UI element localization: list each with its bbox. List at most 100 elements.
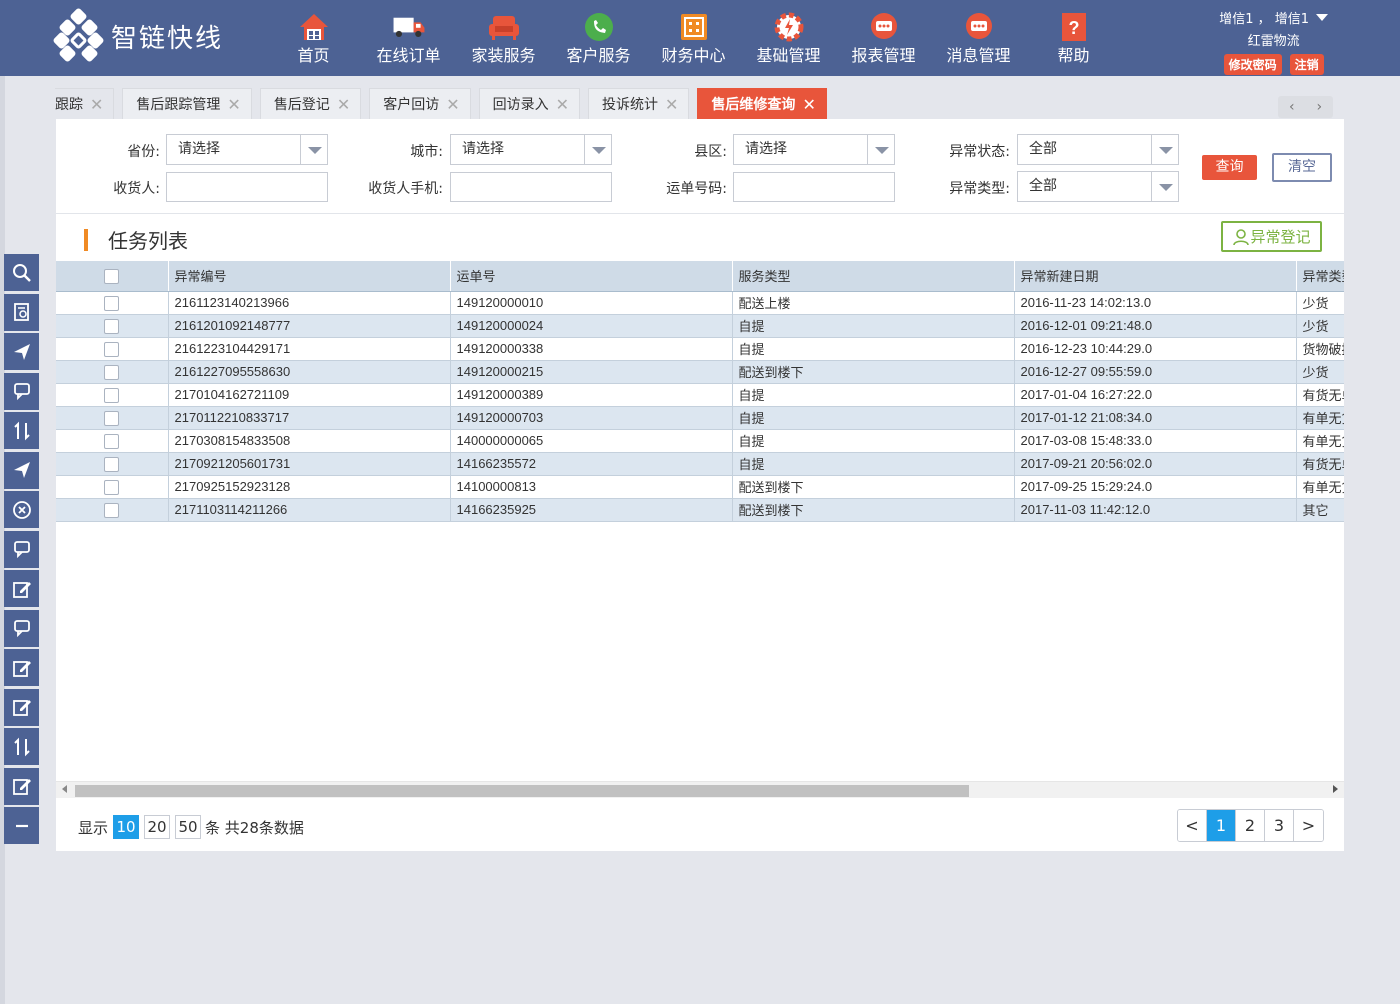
page-button[interactable]: 2 — [1236, 810, 1265, 841]
row-checkbox[interactable] — [56, 360, 169, 384]
tab-tracking[interactable]: 跟踪 ✕ — [55, 88, 115, 119]
tab-after-sales-register[interactable]: 售后登记 ✕ — [259, 88, 362, 119]
tab-after-sales-tracking[interactable]: 售后跟踪管理 ✕ — [122, 88, 252, 119]
side-swap-button-2[interactable] — [4, 728, 39, 765]
row-checkbox[interactable] — [56, 498, 169, 522]
page-size-option[interactable]: 20 — [144, 815, 171, 839]
side-chat-button-3[interactable] — [4, 609, 39, 647]
side-edit-button-3[interactable] — [4, 688, 39, 726]
province-select[interactable]: 请选择 — [166, 134, 328, 165]
chevron-left-icon[interactable]: ‹ — [1289, 99, 1295, 115]
page-button[interactable]: 3 — [1265, 810, 1294, 841]
nav-help[interactable]: ? 帮助 — [1026, 0, 1121, 76]
change-password-button[interactable]: 修改密码 — [1223, 54, 1282, 75]
phone-input[interactable] — [450, 172, 612, 202]
nav-home[interactable]: 首页 — [266, 0, 361, 76]
page-button[interactable]: 1 — [1207, 810, 1236, 841]
row-checkbox[interactable] — [56, 337, 169, 361]
page-size-option[interactable]: 10 — [113, 815, 140, 839]
scroll-right-icon[interactable] — [1333, 785, 1338, 793]
column-header[interactable]: 服务类型 — [732, 261, 1015, 292]
column-header[interactable]: 运单号 — [450, 261, 733, 292]
table-row[interactable]: 2170104162721109 149120000389 自提 2017-01… — [56, 383, 1344, 407]
table-row[interactable]: 2170308154833508 140000000065 自提 2017-03… — [56, 429, 1344, 453]
side-cancel-button[interactable] — [4, 491, 39, 528]
horizontal-scrollbar[interactable] — [56, 781, 1344, 798]
next-page-button[interactable]: > — [1294, 810, 1323, 841]
nav-finance[interactable]: 财务中心 — [646, 0, 741, 76]
consignee-input[interactable] — [166, 172, 328, 202]
city-select[interactable]: 请选择 — [450, 134, 612, 165]
table-row[interactable]: 2170925152923128 14100000813 配送到楼下 2017-… — [56, 475, 1344, 499]
side-document-button[interactable] — [4, 293, 39, 331]
side-edit-button-2[interactable] — [4, 649, 39, 686]
close-icon[interactable]: ✕ — [665, 95, 678, 114]
side-edit-button[interactable] — [4, 570, 39, 607]
page-size-option[interactable]: 50 — [175, 815, 202, 839]
nav-online-orders[interactable]: 在线订单 — [361, 0, 456, 76]
nav-reports[interactable]: 报表管理 — [836, 0, 931, 76]
chevron-down-icon[interactable] — [1151, 135, 1178, 164]
side-chat-button-2[interactable] — [4, 530, 39, 568]
county-select[interactable]: 请选择 — [733, 134, 895, 165]
side-send-button[interactable] — [4, 333, 39, 370]
row-checkbox[interactable] — [56, 383, 169, 407]
status-select[interactable]: 全部 — [1017, 134, 1179, 165]
select-all-checkbox[interactable] — [56, 261, 169, 292]
table-row[interactable]: 2161123140213966 149120000010 配送上楼 2016-… — [56, 291, 1344, 315]
column-header[interactable]: 异常类型 — [1296, 261, 1344, 292]
side-search-button[interactable] — [4, 254, 39, 291]
side-edit-button-4[interactable] — [4, 767, 39, 805]
table-row[interactable]: 2170921205601731 14166235572 自提 2017-09-… — [56, 452, 1344, 476]
column-header[interactable]: 异常新建日期 — [1014, 261, 1297, 292]
close-icon[interactable]: ✕ — [556, 95, 569, 114]
close-icon[interactable]: ✕ — [90, 95, 103, 114]
nav-basic-management-label: 基础管理 — [756, 46, 821, 65]
close-icon[interactable]: ✕ — [446, 95, 459, 114]
chevron-down-icon[interactable] — [867, 135, 894, 164]
side-swap-button[interactable] — [4, 412, 39, 449]
chevron-right-icon[interactable]: › — [1316, 99, 1322, 115]
side-chat-button[interactable] — [4, 372, 39, 410]
table-row[interactable]: 2161201092148777 149120000024 自提 2016-12… — [56, 314, 1344, 338]
row-checkbox[interactable] — [56, 406, 169, 430]
chevron-down-icon[interactable] — [300, 135, 327, 164]
table-row[interactable]: 2170112210833717 149120000703 自提 2017-01… — [56, 406, 1344, 430]
table-row[interactable]: 2171103114211266 14166235925 配送到楼下 2017-… — [56, 498, 1344, 522]
close-icon[interactable]: ✕ — [337, 95, 350, 114]
row-checkbox[interactable] — [56, 429, 169, 453]
caret-down-icon[interactable] — [1316, 14, 1328, 21]
type-select[interactable]: 全部 — [1017, 171, 1179, 202]
logout-button[interactable]: 注销 — [1289, 54, 1324, 75]
query-button[interactable]: 查询 — [1202, 155, 1257, 180]
waybill-input[interactable] — [733, 172, 895, 202]
column-header[interactable]: 异常编号 — [168, 261, 451, 292]
table-row[interactable]: 2161223104429171 149120000338 自提 2016-12… — [56, 337, 1344, 361]
nav-customer-service[interactable]: 客户服务 — [551, 0, 646, 76]
exception-register-button[interactable]: 异常登记 — [1221, 221, 1322, 252]
user-menu[interactable]: 增信1 ， 增信1 — [1219, 8, 1328, 27]
nav-messages[interactable]: 消息管理 — [931, 0, 1026, 76]
chevron-down-icon[interactable] — [584, 135, 611, 164]
tab-customer-visit[interactable]: 客户回访 ✕ — [369, 88, 471, 119]
prev-page-button[interactable]: < — [1178, 810, 1207, 841]
nav-basic-management[interactable]: 基础管理 — [741, 0, 836, 76]
row-checkbox[interactable] — [56, 475, 169, 499]
table-row[interactable]: 2161227095558630 149120000215 配送到楼下 2016… — [56, 360, 1344, 384]
chevron-down-icon[interactable] — [1151, 172, 1178, 201]
close-icon[interactable]: ✕ — [227, 95, 240, 114]
tab-visit-entry[interactable]: 回访录入 ✕ — [478, 88, 581, 119]
row-checkbox[interactable] — [56, 291, 169, 315]
side-send-button-2[interactable] — [4, 451, 39, 489]
tab-repair-query[interactable]: 售后维修查询 ✕ — [697, 88, 827, 119]
scrollbar-thumb[interactable] — [75, 785, 969, 797]
scroll-left-icon[interactable] — [62, 785, 67, 793]
nav-home-service[interactable]: 家装服务 — [456, 0, 551, 76]
close-icon[interactable]: ✕ — [802, 95, 815, 114]
row-checkbox[interactable] — [56, 452, 169, 476]
row-checkbox[interactable] — [56, 314, 169, 338]
logo[interactable]: 智链快线 — [52, 7, 223, 63]
clear-button[interactable]: 清空 — [1272, 153, 1332, 182]
tab-complaint-stats[interactable]: 投诉统计 ✕ — [588, 88, 690, 119]
side-collapse-button[interactable] — [4, 807, 39, 844]
